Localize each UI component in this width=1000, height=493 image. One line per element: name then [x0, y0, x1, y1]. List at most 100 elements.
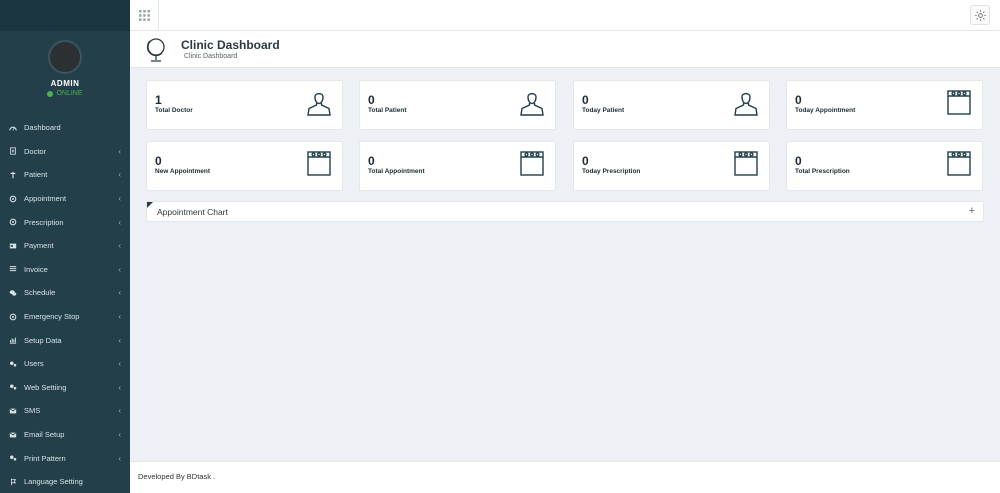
stat-card-new-appointment[interactable]: 0 New Appointment: [146, 141, 343, 191]
footer: Developed By BDtask .: [130, 461, 1000, 493]
online-status: ONLINE: [0, 90, 130, 97]
stat-label: Total Doctor: [155, 107, 193, 114]
topbar: [130, 0, 1000, 31]
sidebar-item-email-setup[interactable]: Email Setup ‹: [0, 423, 130, 447]
stat-card-total-appointment[interactable]: 0 Total Appointment: [359, 141, 556, 191]
sidebar-item-label: Email Setup: [24, 430, 65, 440]
sidebar-item-label: Doctor: [24, 146, 47, 156]
sidebar-item-label: Appointment: [24, 194, 67, 204]
web-setting-icon: [8, 383, 17, 392]
sidebar-item-label: Payment: [24, 241, 54, 251]
payment-icon: [8, 241, 17, 250]
sidebar-item-label: Patient: [24, 170, 48, 180]
stat-card-today-prescription[interactable]: 0 Today Prescription: [573, 141, 770, 191]
stat-label: Today Patient: [582, 107, 625, 114]
sidebar-item-setup-data[interactable]: Setup Data ‹: [0, 328, 130, 352]
calendar-icon: [946, 88, 972, 116]
doctor-icon: [8, 147, 17, 156]
sms-icon: [8, 406, 17, 415]
sidebar-item-label: Setup Data: [24, 335, 62, 345]
apps-grid-icon[interactable]: [130, 0, 159, 31]
sidebar: ADMIN ONLINE Dashboard Doctor ‹ Patient ‹ App…: [0, 0, 130, 493]
sidebar-item-patient[interactable]: Patient ‹: [0, 163, 130, 187]
stat-label: Today Prescription: [582, 168, 641, 175]
sidebar-item-label: Print Pattern: [24, 453, 66, 463]
stat-value: 0: [582, 93, 589, 107]
sidebar-item-language-setting[interactable]: Language Setting: [0, 470, 130, 493]
chevron-left-icon: ‹: [118, 170, 121, 180]
patient-icon: [8, 170, 17, 179]
stat-value: 0: [795, 93, 802, 107]
stat-value: 0: [368, 93, 375, 107]
sidebar-item-doctor[interactable]: Doctor ‹: [0, 140, 130, 164]
stat-value: 0: [795, 154, 802, 168]
sidebar-item-print-pattern[interactable]: Print Pattern ‹: [0, 446, 130, 470]
sidebar-item-schedule[interactable]: Schedule ‹: [0, 281, 130, 305]
page-title: Clinic Dashboard: [181, 38, 280, 52]
sidebar-item-payment[interactable]: Payment ‹: [0, 234, 130, 258]
invoice-icon: [8, 265, 17, 274]
page-header: Clinic Dashboard Clinic Dashboard: [130, 31, 1000, 68]
stat-card-total-patient[interactable]: 0 Total Patient: [359, 80, 556, 130]
sidebar-item-dashboard[interactable]: Dashboard: [0, 116, 130, 140]
chevron-left-icon: ‹: [118, 312, 121, 322]
calendar-icon: [306, 149, 332, 177]
online-status-label: ONLINE: [56, 90, 83, 97]
online-dot-icon: [47, 90, 54, 97]
stat-label: New Appointment: [155, 168, 211, 175]
calendar-icon: [733, 149, 759, 177]
language-setting-icon: [8, 477, 17, 486]
chevron-left-icon: ‹: [118, 335, 121, 345]
sidebar-item-label: Dashboard: [24, 123, 61, 133]
stat-value: 0: [155, 154, 162, 168]
user-name: ADMIN: [50, 79, 80, 88]
chevron-left-icon: ‹: [118, 241, 121, 251]
sidebar-menu: Dashboard Doctor ‹ Patient ‹ Appointment ‹ Pres…: [0, 116, 130, 493]
chevron-left-icon: ‹: [118, 453, 121, 463]
footer-credit: Developed By BDtask .: [138, 472, 216, 481]
stat-card-today-appointment[interactable]: 0 Today Appointment: [786, 80, 983, 130]
stat-card-today-patient[interactable]: 0 Today Patient: [573, 80, 770, 130]
chevron-left-icon: ‹: [118, 382, 121, 392]
sidebar-item-emergency-stop[interactable]: Emergency Stop ‹: [0, 305, 130, 329]
print-pattern-icon: [8, 454, 17, 463]
stat-label: Total Patient: [368, 107, 407, 114]
sidebar-item-sms[interactable]: SMS ‹: [0, 399, 130, 423]
prescription-icon: [8, 218, 17, 227]
sidebar-item-label: Invoice: [24, 264, 48, 274]
main-content: Appointment Chart + 1 Total Doctor 0 Total …: [130, 68, 1000, 461]
sidebar-item-web-settiing[interactable]: Web Settiing ‹: [0, 376, 130, 400]
sidebar-item-label: Web Settiing: [24, 382, 67, 392]
sidebar-item-label: Language Setting: [24, 477, 83, 487]
panel-title: Appointment Chart: [157, 207, 228, 217]
sidebar-item-label: SMS: [24, 406, 41, 416]
chevron-left-icon: ‹: [118, 359, 121, 369]
emergency-stop-icon: [8, 312, 17, 321]
chevron-left-icon: ‹: [118, 217, 121, 227]
chevron-left-icon: ‹: [118, 288, 121, 298]
sidebar-item-label: Schedule: [24, 288, 56, 298]
stat-card-total-prescription[interactable]: 0 Total Prescription: [786, 141, 983, 191]
schedule-icon: [8, 288, 17, 297]
stat-value: 0: [368, 154, 375, 168]
stat-label: Total Prescription: [795, 168, 850, 175]
dashboard-icon: [8, 123, 17, 132]
sidebar-item-label: Prescription: [24, 217, 64, 227]
sidebar-item-invoice[interactable]: Invoice ‹: [0, 258, 130, 282]
sidebar-item-prescription[interactable]: Prescription ‹: [0, 210, 130, 234]
sidebar-item-label: Emergency Stop: [24, 312, 80, 322]
sidebar-item-users[interactable]: Users ‹: [0, 352, 130, 376]
breadcrumb: Clinic Dashboard: [184, 53, 238, 60]
users-icon: [8, 359, 17, 368]
appointment-icon: [8, 194, 17, 203]
chevron-left-icon: ‹: [118, 146, 121, 156]
stat-label: Total Appointment: [368, 168, 425, 175]
expand-plus-icon[interactable]: +: [969, 205, 975, 217]
avatar[interactable]: [48, 40, 82, 74]
setup-data-icon: [8, 336, 17, 345]
chevron-left-icon: ‹: [118, 264, 121, 274]
stat-card-total-doctor[interactable]: 1 Total Doctor: [146, 80, 343, 130]
stat-value: 0: [582, 154, 589, 168]
sidebar-item-appointment[interactable]: Appointment ‹: [0, 187, 130, 211]
settings-gear-icon[interactable]: [970, 5, 990, 25]
